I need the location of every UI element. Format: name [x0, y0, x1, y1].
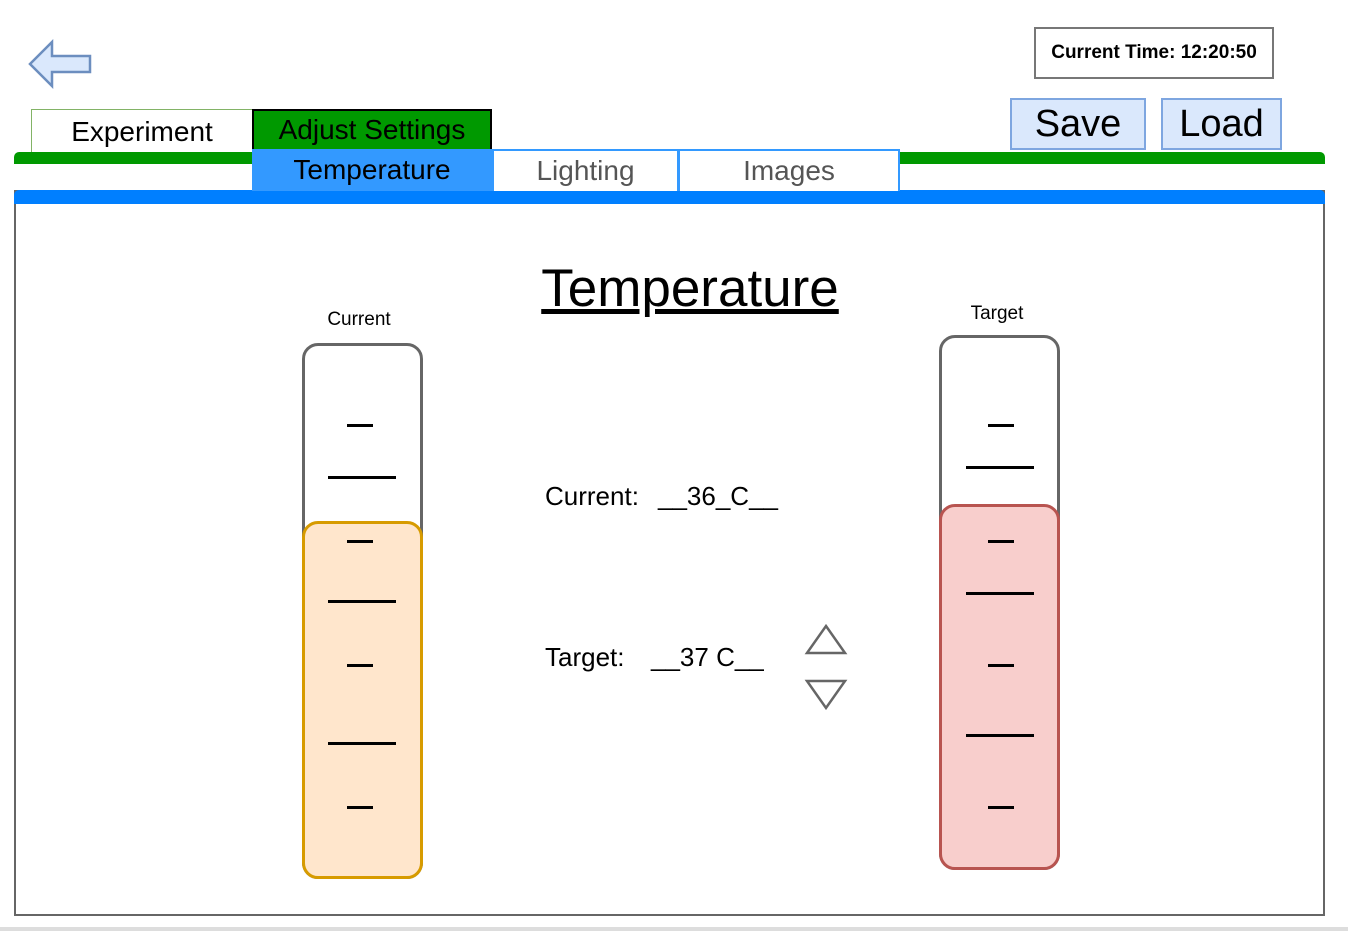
tab-experiment[interactable]: Experiment — [31, 109, 253, 153]
current-time-display: Current Time: 12:20:50 — [1034, 27, 1274, 79]
decrease-target-button[interactable] — [803, 677, 849, 711]
triangle-up-icon — [804, 623, 848, 655]
gauge-tick-major — [328, 476, 396, 479]
gauge-tick-minor — [347, 806, 373, 809]
back-button[interactable] — [26, 38, 94, 90]
gauge-tick-minor — [347, 664, 373, 667]
gauge-tick-major — [966, 734, 1034, 737]
current-temperature-label: Current: — [545, 481, 639, 511]
gauge-tick-minor — [988, 806, 1014, 809]
gauge-tick-minor — [347, 540, 373, 543]
gauge-tick-major — [328, 600, 396, 603]
page-title: Temperature — [541, 259, 839, 318]
target-temperature-fill — [939, 504, 1060, 870]
tab-lighting[interactable]: Lighting — [492, 149, 679, 191]
gauge-tick-minor — [347, 424, 373, 427]
gauge-tick-minor — [988, 664, 1014, 667]
current-gauge-label: Current — [327, 309, 391, 330]
sub-tab-bar — [14, 190, 1325, 204]
gauge-tick-minor — [988, 540, 1014, 543]
current-temperature-fill — [302, 521, 423, 879]
target-gauge-label: Target — [970, 303, 1024, 324]
increase-target-button[interactable] — [803, 623, 849, 657]
save-button[interactable]: Save — [1010, 98, 1146, 150]
gauge-tick-major — [966, 592, 1034, 595]
load-button[interactable]: Load — [1161, 98, 1282, 150]
tab-images[interactable]: Images — [678, 149, 900, 191]
target-temperature-field[interactable]: __37 C__ — [651, 642, 764, 673]
gauge-tick-major — [966, 466, 1034, 469]
left-arrow-icon — [28, 38, 92, 90]
current-temperature-value: __36_C__ — [658, 481, 778, 511]
gauge-tick-major — [328, 742, 396, 745]
triangle-down-icon — [804, 679, 848, 711]
bottom-divider — [0, 927, 1348, 931]
tab-adjust-settings[interactable]: Adjust Settings — [252, 109, 492, 151]
target-temperature-label: Target: — [545, 642, 625, 672]
gauge-tick-minor — [988, 424, 1014, 427]
tab-temperature[interactable]: Temperature — [252, 149, 492, 191]
